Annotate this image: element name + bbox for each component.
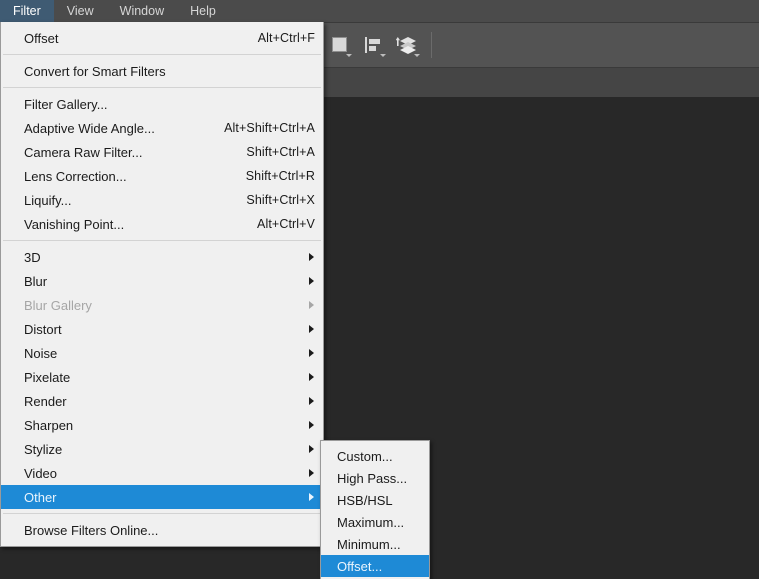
menu-item-filter-gallery[interactable]: Filter Gallery... bbox=[1, 92, 323, 116]
menu-item-sharpen[interactable]: Sharpen bbox=[1, 413, 323, 437]
menubar-item-help[interactable]: Help bbox=[177, 0, 229, 22]
align-left-button[interactable] bbox=[356, 28, 390, 62]
swatch-icon bbox=[331, 36, 347, 52]
menu-item-label: Camera Raw Filter... bbox=[24, 144, 143, 160]
menubar-label: Window bbox=[119, 4, 165, 18]
menu-item-stylize[interactable]: Stylize bbox=[1, 437, 323, 461]
menu-item-label: Blur Gallery bbox=[24, 297, 92, 313]
menu-item-adaptive-wide-angle[interactable]: Adaptive Wide Angle... Alt+Shift+Ctrl+A bbox=[1, 116, 323, 140]
menu-item-label: Sharpen bbox=[24, 417, 74, 433]
submenu-item-high-pass[interactable]: High Pass... bbox=[321, 467, 429, 489]
menu-item-label: Offset bbox=[24, 30, 59, 46]
menu-item-browse-filters-online[interactable]: Browse Filters Online... bbox=[1, 518, 323, 542]
other-submenu: Custom... High Pass... HSB/HSL Maximum..… bbox=[320, 440, 430, 579]
submenu-item-hsb-hsl[interactable]: HSB/HSL bbox=[321, 489, 429, 511]
submenu-arrow-icon bbox=[309, 277, 314, 285]
menu-item-other[interactable]: Other bbox=[1, 485, 323, 509]
layer-stack-icon bbox=[396, 37, 416, 54]
menu-item-label: Video bbox=[24, 465, 58, 481]
chevron-down-icon bbox=[346, 54, 352, 57]
menu-item-shortcut: Alt+Ctrl+F bbox=[257, 31, 315, 45]
menu-item-shortcut: Alt+Ctrl+V bbox=[257, 217, 315, 231]
fill-swatch-button[interactable] bbox=[322, 28, 356, 62]
menu-item-noise[interactable]: Noise bbox=[1, 341, 323, 365]
submenu-item-custom[interactable]: Custom... bbox=[321, 445, 429, 467]
menubar-item-view[interactable]: View bbox=[54, 0, 107, 22]
chevron-down-icon bbox=[380, 54, 386, 57]
menu-item-label: Pixelate bbox=[24, 369, 71, 385]
menu-item-label: Browse Filters Online... bbox=[24, 522, 159, 538]
menu-item-label: Vanishing Point... bbox=[24, 216, 125, 232]
menu-item-distort[interactable]: Distort bbox=[1, 317, 323, 341]
submenu-item-label: Maximum... bbox=[337, 514, 405, 530]
menu-item-label: Distort bbox=[24, 321, 62, 337]
menubar-label: Filter bbox=[13, 4, 41, 18]
menu-item-label: Stylize bbox=[24, 441, 63, 457]
menu-item-label: Other bbox=[24, 489, 57, 505]
menu-item-shortcut: Shift+Ctrl+X bbox=[246, 193, 315, 207]
menu-item-label: 3D bbox=[24, 249, 41, 265]
submenu-arrow-icon bbox=[309, 325, 314, 333]
menu-item-vanishing-point[interactable]: Vanishing Point... Alt+Ctrl+V bbox=[1, 212, 323, 236]
submenu-item-maximum[interactable]: Maximum... bbox=[321, 511, 429, 533]
menu-bar: Filter View Window Help bbox=[0, 0, 229, 22]
submenu-arrow-icon bbox=[309, 373, 314, 381]
submenu-arrow-icon bbox=[309, 493, 314, 501]
submenu-item-label: High Pass... bbox=[337, 470, 408, 486]
menu-item-label: Noise bbox=[24, 345, 58, 361]
menu-item-convert-for-smart-filters[interactable]: Convert for Smart Filters bbox=[1, 59, 323, 83]
menu-item-video[interactable]: Video bbox=[1, 461, 323, 485]
photoshop-window: Filter View Window Help Offset Alt+Ctrl+… bbox=[0, 0, 759, 579]
menubar-label: Help bbox=[190, 4, 216, 18]
menu-item-lens-correction[interactable]: Lens Correction... Shift+Ctrl+R bbox=[1, 164, 323, 188]
menu-separator bbox=[3, 240, 321, 241]
submenu-arrow-icon bbox=[309, 253, 314, 261]
menubar-label: View bbox=[66, 4, 94, 18]
menu-item-pixelate[interactable]: Pixelate bbox=[1, 365, 323, 389]
toolbar-divider bbox=[431, 32, 432, 58]
menu-item-shortcut: Shift+Ctrl+R bbox=[245, 169, 315, 183]
menu-item-offset-repeat[interactable]: Offset Alt+Ctrl+F bbox=[1, 26, 323, 50]
menu-item-label: Lens Correction... bbox=[24, 168, 127, 184]
menu-item-label: Blur bbox=[24, 273, 48, 289]
submenu-arrow-icon bbox=[309, 397, 314, 405]
options-bar bbox=[322, 22, 439, 68]
menu-item-label: Convert for Smart Filters bbox=[24, 63, 166, 79]
submenu-item-minimum[interactable]: Minimum... bbox=[321, 533, 429, 555]
submenu-arrow-icon bbox=[309, 349, 314, 357]
layer-arrange-button[interactable] bbox=[390, 28, 424, 62]
submenu-arrow-icon bbox=[309, 301, 314, 309]
menu-separator bbox=[3, 87, 321, 88]
submenu-item-offset[interactable]: Offset... bbox=[321, 555, 429, 577]
menu-item-label: Adaptive Wide Angle... bbox=[24, 120, 155, 136]
menu-item-blur-gallery: Blur Gallery bbox=[1, 293, 323, 317]
menu-item-blur[interactable]: Blur bbox=[1, 269, 323, 293]
menu-item-3d[interactable]: 3D bbox=[1, 245, 323, 269]
submenu-item-label: HSB/HSL bbox=[337, 492, 393, 508]
menubar-item-filter[interactable]: Filter bbox=[0, 0, 54, 22]
menu-separator bbox=[3, 513, 321, 514]
chevron-down-icon bbox=[414, 54, 420, 57]
menu-item-camera-raw-filter[interactable]: Camera Raw Filter... Shift+Ctrl+A bbox=[1, 140, 323, 164]
submenu-arrow-icon bbox=[309, 469, 314, 477]
menu-item-label: Liquify... bbox=[24, 192, 72, 208]
menu-item-shortcut: Alt+Shift+Ctrl+A bbox=[224, 121, 315, 135]
submenu-item-label: Minimum... bbox=[337, 536, 401, 552]
filter-dropdown-menu: Offset Alt+Ctrl+F Convert for Smart Filt… bbox=[0, 22, 324, 547]
menubar-item-window[interactable]: Window bbox=[107, 0, 177, 22]
submenu-item-label: Custom... bbox=[337, 448, 393, 464]
menu-item-shortcut: Shift+Ctrl+A bbox=[246, 145, 315, 159]
align-left-icon bbox=[365, 37, 380, 53]
menu-separator bbox=[3, 54, 321, 55]
menu-item-label: Filter Gallery... bbox=[24, 96, 108, 112]
menu-item-render[interactable]: Render bbox=[1, 389, 323, 413]
menu-item-label: Render bbox=[24, 393, 67, 409]
menu-item-liquify[interactable]: Liquify... Shift+Ctrl+X bbox=[1, 188, 323, 212]
submenu-item-label: Offset... bbox=[337, 558, 383, 574]
submenu-arrow-icon bbox=[309, 421, 314, 429]
submenu-arrow-icon bbox=[309, 445, 314, 453]
